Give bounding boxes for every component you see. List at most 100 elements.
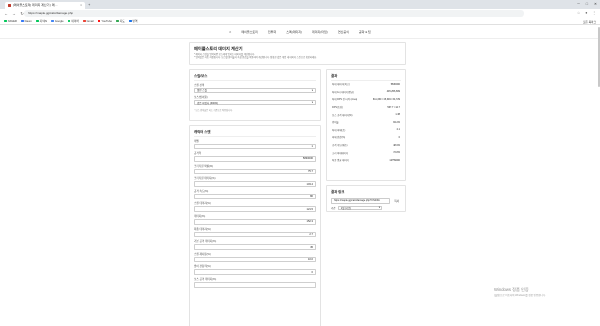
result-key: 크리 최대데미지 <box>332 151 349 155</box>
site-nav-item[interactable]: 공략 & 팁 <box>359 30 371 34</box>
stat-field-input[interactable]: 10.0 <box>194 256 316 263</box>
skill-select[interactable]: 일반 스킬 ▾ <box>194 87 316 93</box>
skill-select-value: 일반 스킬 <box>197 89 207 93</box>
menu-icon[interactable]: ⋮ <box>592 11 596 15</box>
result-key: 최종 평균 데미지 <box>332 159 349 163</box>
bookmark-item[interactable]: NAVER <box>4 20 17 23</box>
result-row: 공격 속도(배수) 48.6% <box>327 141 405 149</box>
stat-field-value: 75.7 <box>307 169 313 173</box>
skill-label: 스킬 선택 <box>194 83 205 87</box>
result-row: 최대 데미지(최고) 5830000 <box>327 81 405 89</box>
bookmark-item[interactable]: 지도 <box>115 19 125 23</box>
bookmark-label: 네이버 <box>71 20 79 23</box>
stat-field-input[interactable]: 75.7 <box>194 168 316 175</box>
stat-field: 데미지(%) 152.3 <box>190 214 320 225</box>
all-bookmarks-link[interactable]: 모든 북마크 <box>583 20 596 24</box>
bookmark-label: YouTube <box>101 19 112 23</box>
stat-field: 스킬 재사용(%) 10.0 <box>190 252 320 263</box>
profile-icon[interactable]: ● <box>585 11 587 15</box>
skill-boss-card: 스킬/보스 스킬 선택 일반 스킬 ▾ 보스(방어율) 검은 마법사 (300%… <box>189 69 321 121</box>
result-row: 최대 DPS 전 타격 (Area) 611,330 / 15,349 / 64,… <box>327 96 405 104</box>
stat-field-input[interactable]: 45 <box>194 244 316 250</box>
stat-field-value: 121.5 <box>306 207 314 211</box>
intro-line: * 입력값은 자동 저장됩니다. 보스별 방어율과 속성 반감을 적용하여 계산… <box>194 57 317 59</box>
stat-field: 크리티컬 확률(%) 75.7 <box>190 164 320 175</box>
stat-field-input[interactable]: 152.3 <box>194 219 316 225</box>
result-row: 보스 공격 데미지(%) 1.38 <box>327 111 405 119</box>
skill-card-title: 스킬/보스 <box>194 74 208 78</box>
result-card-title: 결과 <box>331 74 338 78</box>
share-period-value: 1일 (기본) <box>340 206 352 210</box>
stat-field-label: 크리티컬 확률(%) <box>194 164 214 168</box>
url-input[interactable]: https://maple.gg/calc/damage.php <box>24 10 524 17</box>
stat-field-label: 레벨 <box>194 139 199 143</box>
bookmark-favicon-icon <box>35 19 39 23</box>
forward-icon[interactable]: → <box>12 12 16 16</box>
stat-field-value: 103.4 <box>306 182 314 186</box>
tab-title: [메이플스토리] 데미지 계산기 | 메… <box>13 3 58 8</box>
stat-field-input[interactable]: 103.4 <box>194 181 316 187</box>
stat-field: 레벨 1 <box>190 139 320 150</box>
bookmark-favicon-icon <box>97 19 101 23</box>
bookmark-favicon-icon <box>82 19 86 23</box>
page-content: ⌂ 메이플스토리 전투력 스펙(데미지) 데미지(타입) 연산공식 공략 & 팁 메이플스… <box>0 25 600 326</box>
close-window-icon[interactable]: ✕ <box>594 2 597 6</box>
bookmark-item[interactable]: Google <box>51 19 64 23</box>
bookmark-label: Daum <box>24 19 32 23</box>
share-url-input[interactable]: https://maple.gg/calc/damage.php?l=N4IFA <box>331 198 391 204</box>
result-value: 12759000 <box>389 158 400 162</box>
browser-tab[interactable]: [메이플스토리] 데미지 계산기 | 메… × <box>5 1 85 9</box>
stat-field: 공격력 5830000 <box>190 151 320 162</box>
site-nav-item[interactable]: 연산공식 <box>338 30 349 34</box>
site-nav-item[interactable]: 스펙(데미지) <box>286 30 302 34</box>
result-row: DPS(초당) 567.7 / 12.7 <box>327 103 405 111</box>
back-icon[interactable]: ← <box>4 12 8 16</box>
result-value: 0 <box>398 135 400 139</box>
new-tab-button[interactable]: + <box>88 2 90 7</box>
bookmark-item[interactable]: 네이버 <box>67 19 79 23</box>
site-nav-item[interactable]: 데미지(타입) <box>312 30 328 34</box>
stat-field-label: 방어 관통력(%) <box>194 265 211 269</box>
stat-field: 공격 속도(%) 80 <box>190 189 320 200</box>
stat-field-label: 공격력 <box>194 152 202 156</box>
bookmark-favicon-icon <box>51 19 54 23</box>
star-icon[interactable]: ☆ <box>577 11 580 15</box>
share-period-select[interactable]: 1일 (기본) ▾ <box>338 205 383 210</box>
bookmark-item[interactable]: 지식iN <box>35 19 47 23</box>
bookmark-favicon-icon <box>4 19 7 23</box>
share-url-value: https://maple.gg/calc/damage.php?l=N4IFA <box>334 199 380 203</box>
page-scrollbar[interactable] <box>597 27 600 87</box>
bookmark-favicon-icon <box>20 19 24 23</box>
minimize-icon[interactable]: ─ <box>577 2 580 6</box>
maximize-icon[interactable]: □ <box>586 2 588 6</box>
bookmark-item[interactable]: Daum <box>20 19 32 23</box>
share-select-label: 기간 <box>331 206 336 210</box>
home-icon[interactable]: ⌂ <box>229 30 231 34</box>
share-card-title: 결과 링크 <box>331 190 345 194</box>
close-tab-icon[interactable]: × <box>80 3 82 7</box>
stat-field-input[interactable]: 80 <box>194 193 316 200</box>
boss-label: 보스(방어율) <box>194 95 208 99</box>
stat-field-input[interactable]: 5830000 <box>194 156 316 162</box>
result-row: 최종 평균 데미지 12759000 <box>327 156 405 164</box>
site-nav-item[interactable]: 메이플스토리 <box>241 30 258 34</box>
stat-field-input[interactable] <box>194 282 316 288</box>
stat-field-input[interactable]: 2.7 <box>194 231 316 238</box>
bookmark-item[interactable]: YouTube <box>97 19 112 23</box>
copy-button[interactable]: 복사 <box>392 199 401 203</box>
stat-field-value: 1 <box>311 144 313 148</box>
site-nav: ⌂ 메이플스토리 전투력 스펙(데미지) 데미지(타입) 연산공식 공략 & 팁 <box>0 25 600 39</box>
stat-field-input[interactable]: 1 <box>194 143 316 150</box>
result-key: 공격 속도(배수) <box>332 144 348 148</box>
stat-field: 스킬 데미지(%) 121.5 <box>190 201 320 213</box>
result-key: 최대 1타 데미지(평균) <box>332 90 354 94</box>
stat-field-input[interactable]: 0 <box>194 269 316 276</box>
result-key: 보스 공격 데미지(%) <box>332 113 353 117</box>
stat-field-input[interactable]: 121.5 <box>194 206 316 213</box>
site-nav-item[interactable]: 전투력 <box>268 30 276 34</box>
bookmark-item[interactable]: 번역 <box>128 19 137 23</box>
stat-field-label: 스킬 데미지(%) <box>194 202 211 206</box>
bookmark-item[interactable]: Gmail <box>82 19 94 23</box>
boss-select[interactable]: 검은 마법사 (300%) ▾ <box>194 100 316 106</box>
result-value: 84.2% <box>393 120 400 124</box>
